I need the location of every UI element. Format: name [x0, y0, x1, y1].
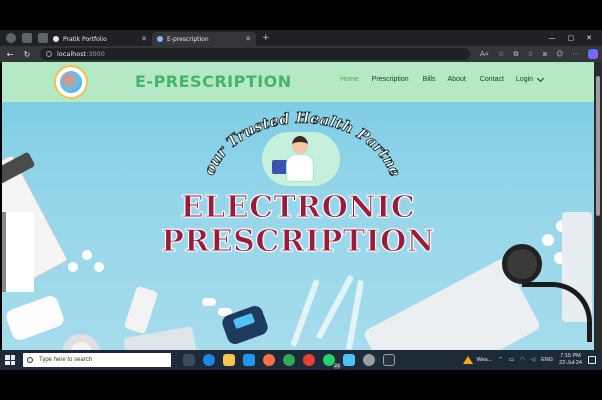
photos-icon[interactable] — [343, 354, 355, 366]
network-icon[interactable]: ◠ — [520, 357, 525, 363]
url-input[interactable]: localhost:3000 — [40, 48, 470, 60]
windows-start-icon[interactable] — [5, 355, 15, 365]
chrome-icon[interactable] — [283, 354, 295, 366]
syringe-illustration — [345, 280, 365, 350]
letterbox-top — [0, 0, 602, 30]
tagline-path: Your Trusted Health Partner — [200, 102, 400, 180]
more-icon[interactable]: ⋯ — [572, 50, 579, 59]
volume-icon[interactable]: ◁ — [531, 357, 535, 363]
nav-bills[interactable]: Bills — [423, 76, 436, 83]
vscode-icon[interactable] — [243, 354, 255, 366]
site-info-icon[interactable] — [46, 51, 52, 57]
nav-login-label: Login — [515, 76, 534, 83]
page-favicon-icon — [53, 36, 59, 42]
hero-banner: Your Trusted Health Partner ELECTRONIC P… — [2, 102, 594, 350]
profile-icon[interactable] — [6, 33, 16, 43]
read-aloud-icon[interactable]: A» — [480, 50, 489, 59]
thermometer-illustration — [123, 285, 159, 335]
new-tab-icon[interactable]: + — [262, 33, 270, 43]
browser-tab-bar: Pratik Portfolio ✕ E-prescription ✕ + — … — [0, 30, 602, 46]
battery-icon[interactable]: ▭ — [509, 357, 514, 363]
pill-illustration — [68, 262, 78, 272]
weather-label: Wea... — [476, 357, 493, 363]
tab-label: E-prescription — [167, 35, 209, 43]
site-logo[interactable] — [54, 65, 88, 99]
weather-widget[interactable]: Wea... — [463, 356, 492, 364]
chrome-profile-icon[interactable] — [303, 354, 315, 366]
file-explorer-icon[interactable] — [223, 354, 235, 366]
pill-bottle-illustration — [4, 293, 66, 343]
terminal-icon[interactable] — [383, 354, 395, 366]
taskbar-search-input[interactable]: Type here to search — [23, 353, 171, 367]
chevron-up-icon[interactable]: ⌃ — [498, 357, 503, 363]
nav-home[interactable]: Home — [340, 76, 359, 83]
tab-actions-icon[interactable] — [38, 33, 48, 43]
close-tab-icon[interactable]: ✕ — [141, 35, 147, 43]
refresh-icon[interactable]: ↻ — [20, 50, 34, 59]
pinned-apps: 22 — [183, 354, 395, 369]
edge-icon[interactable] — [203, 354, 215, 366]
workspaces-icon[interactable] — [22, 33, 32, 43]
clock-time: 7:15 PM — [560, 353, 581, 359]
system-tray: Wea... ⌃ ▭ ◠ ◁ ENG 7:15 PM 22-Jul-24 — [463, 353, 602, 367]
syringe-illustration — [290, 279, 320, 347]
whatsapp-badge: 22 — [333, 364, 341, 369]
taskbar-clock[interactable]: 7:15 PM 22-Jul-24 — [559, 353, 582, 367]
tab-pratik-portfolio[interactable]: Pratik Portfolio ✕ — [48, 32, 152, 46]
tape-roll-illustration — [62, 334, 100, 350]
brand-title[interactable]: E-PRESCRIPTION — [135, 72, 292, 91]
pill-illustration — [94, 262, 104, 272]
scrollbar-thumb[interactable] — [596, 76, 600, 216]
nav-contact[interactable]: Contact — [480, 76, 504, 83]
nav-login-dropdown[interactable]: Login — [515, 74, 545, 83]
weather-warning-icon — [463, 356, 474, 364]
copilot-icon[interactable] — [588, 49, 598, 59]
site-navbar: E-PRESCRIPTION Home Prescription Bills A… — [2, 62, 594, 102]
collections-icon[interactable]: ⧈ — [543, 50, 547, 59]
task-view-icon[interactable] — [183, 354, 195, 366]
address-bar: ← ↻ localhost:3000 A» ☆ ⧉ ☆ ⧈ ☺ ⋯ — [0, 46, 602, 62]
main-menu: Home Prescription Bills About Contact Lo… — [340, 74, 545, 83]
chevron-down-icon — [537, 74, 545, 82]
search-icon — [27, 357, 33, 363]
page-scrollbar[interactable] — [594, 62, 602, 350]
profile-icon[interactable]: ☺ — [556, 50, 563, 59]
nav-about[interactable]: About — [448, 76, 466, 83]
url-host: localhost — [57, 50, 87, 58]
logo-graphic-icon — [60, 71, 82, 93]
search-placeholder: Type here to search — [39, 357, 93, 363]
favorite-star-icon[interactable]: ☆ — [498, 50, 504, 59]
nav-prescription[interactable]: Prescription — [372, 76, 409, 83]
hero-title-line1: ELECTRONIC — [180, 190, 416, 226]
extension-icons: A» ☆ ⧉ ☆ ⧈ ☺ ⋯ — [480, 50, 579, 59]
notification-icon[interactable] — [588, 356, 596, 364]
tab-label: Pratik Portfolio — [63, 35, 107, 43]
tagline-text: Your Trusted Health Partner — [200, 102, 400, 179]
settings-icon[interactable] — [363, 354, 375, 366]
close-window-icon[interactable]: ✕ — [586, 34, 592, 42]
minimize-icon[interactable]: — — [549, 34, 556, 42]
clock-date: 22-Jul-24 — [559, 360, 582, 366]
window-controls: — ▢ ✕ — [549, 34, 602, 42]
language-indicator[interactable]: ENG — [541, 357, 553, 363]
url-port: :3000 — [86, 50, 105, 58]
letterbox-bottom — [0, 370, 602, 400]
hero-title-line2: PRESCRIPTION — [161, 224, 435, 260]
firefox-icon[interactable] — [263, 354, 275, 366]
page-favicon-icon — [157, 36, 163, 42]
windows-taskbar: Type here to search 22 Wea... ⌃ ▭ ◠ ◁ EN… — [0, 350, 602, 370]
tab-e-prescription[interactable]: E-prescription ✕ — [152, 32, 256, 46]
close-tab-icon[interactable]: ✕ — [245, 35, 251, 43]
extensions-icon[interactable]: ⧉ — [513, 50, 518, 59]
favorites-icon[interactable]: ☆ — [527, 50, 533, 59]
pill-illustration — [202, 298, 216, 306]
page-viewport: E-PRESCRIPTION Home Prescription Bills A… — [2, 62, 594, 350]
screen: Pratik Portfolio ✕ E-prescription ✕ + — … — [0, 0, 602, 400]
whatsapp-icon[interactable]: 22 — [323, 354, 341, 369]
back-icon[interactable]: ← — [3, 50, 17, 59]
maximize-icon[interactable]: ▢ — [568, 34, 575, 42]
tagline-arc: Your Trusted Health Partner — [200, 102, 400, 180]
